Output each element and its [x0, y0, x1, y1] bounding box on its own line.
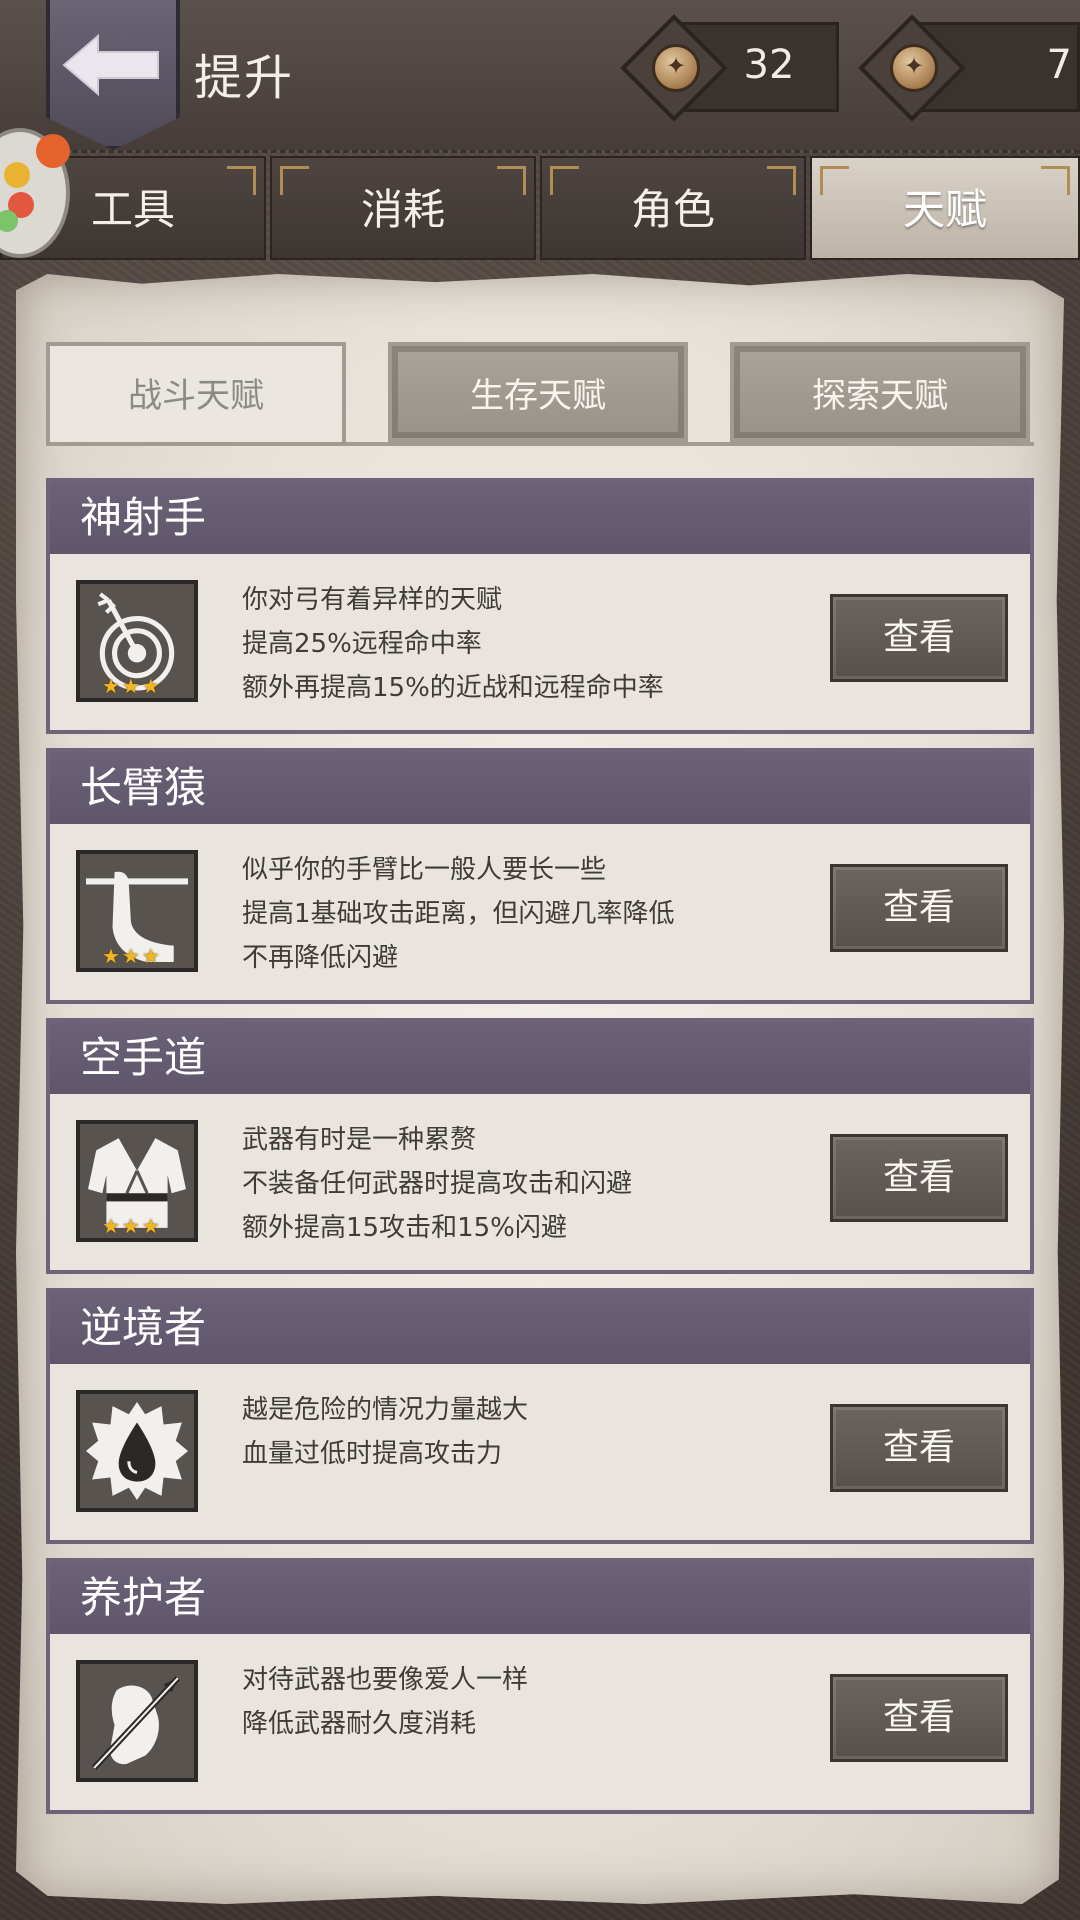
page-title: 提升 [194, 50, 295, 106]
talent-description: 武器有时是一种累赘 不装备任何武器时提高攻击和闪避 额外提高15攻击和15%闪避 [242, 1118, 802, 1250]
talent-description: 对待武器也要像爱人一样 降低武器耐久度消耗 [242, 1658, 802, 1746]
subtab-label: 生存天赋 [470, 376, 606, 416]
view-button[interactable]: 查看 [830, 1674, 1008, 1762]
back-arrow-icon[interactable] [62, 34, 162, 96]
subtab-label: 战斗天赋 [128, 376, 264, 416]
description-line: 额外再提高15%的近战和远程命中率 [242, 673, 664, 703]
tab-label: 工具 [90, 185, 175, 234]
star-rating: ★★★ [102, 674, 162, 698]
talent-card: 养护者 对待武器也要像爱人一样 降低武器耐久度消耗 查看 [46, 1558, 1034, 1814]
description-line: 越是危险的情况力量越大 [242, 1395, 529, 1425]
corner-ornament-icon [497, 166, 526, 195]
corner-ornament-icon [227, 166, 256, 195]
talent-card: 神射手 ★★★ 你对弓有着异样的天赋 提高25%远程命中率 额外再提高15%的近… [46, 478, 1034, 734]
subtab-divider [46, 442, 1034, 446]
currency-counter-1: 32 [620, 14, 839, 122]
corner-ornament-icon [767, 166, 796, 195]
talent-name: 养护者 [50, 1562, 1030, 1634]
tab-label: 角色 [630, 185, 715, 234]
talent-card: 空手道 ★★★ 武器有时是一种累赘 不装备任何武器时提高攻击和闪避 额外提高15… [46, 1018, 1034, 1274]
talent-icon-frame: ★★★ [76, 580, 198, 702]
talent-name: 空手道 [50, 1022, 1030, 1094]
corner-ornament-icon [550, 166, 579, 195]
category-tabs: 工具 消耗 角色 天赋 [0, 156, 1080, 260]
talent-icon-frame: ★★★ [76, 1120, 198, 1242]
subtab-combat[interactable]: 战斗天赋 [46, 342, 346, 446]
talent-card: 逆境者 越是危险的情况力量越大 血量过低时提高攻击力 查看 [46, 1288, 1034, 1544]
talent-card: 长臂猿 ★★★ 似乎你的手臂比一般人要长一些 提高1基础攻击距离，但闪避几率降低… [46, 748, 1034, 1004]
coin-icon [890, 44, 938, 92]
tab-consumables[interactable]: 消耗 [270, 156, 536, 260]
subtab-survival[interactable]: 生存天赋 [388, 342, 688, 442]
currency-value: 32 [743, 42, 795, 88]
star-rating: ★★★ [102, 944, 162, 968]
description-line: 降低武器耐久度消耗 [242, 1709, 477, 1739]
description-line: 不装备任何武器时提高攻击和闪避 [242, 1169, 633, 1199]
description-line: 不再降低闪避 [242, 943, 399, 973]
subtab-label: 探索天赋 [812, 376, 948, 416]
view-button[interactable]: 查看 [830, 864, 1008, 952]
coin-icon [652, 44, 700, 92]
blood-drop-icon [86, 1402, 188, 1500]
description-line: 似乎你的手臂比一般人要长一些 [242, 855, 607, 885]
talent-name: 神射手 [50, 482, 1030, 554]
talent-name: 逆境者 [50, 1292, 1030, 1364]
description-line: 血量过低时提高攻击力 [242, 1439, 503, 1469]
tab-label: 天赋 [902, 185, 987, 234]
description-line: 额外提高15攻击和15%闪避 [242, 1213, 567, 1243]
description-line: 武器有时是一种累赘 [242, 1125, 477, 1155]
talent-icon-frame: ★★★ [76, 850, 198, 972]
corner-ornament-icon [1041, 166, 1070, 195]
tab-talents[interactable]: 天赋 [810, 156, 1080, 260]
talent-name: 长臂猿 [50, 752, 1030, 824]
corner-ornament-icon [280, 166, 309, 195]
corner-ornament-icon [820, 166, 849, 195]
subtab-exploration[interactable]: 探索天赋 [730, 342, 1030, 442]
talent-icon-frame [76, 1660, 198, 1782]
star-rating: ★★★ [102, 1214, 162, 1238]
view-button[interactable]: 查看 [830, 594, 1008, 682]
description-line: 提高25%远程命中率 [242, 629, 482, 659]
talent-icon-frame [76, 1390, 198, 1512]
talent-description: 越是危险的情况力量越大 血量过低时提高攻击力 [242, 1388, 802, 1476]
currency-value: 7 [1046, 42, 1072, 88]
tab-label: 消耗 [360, 185, 445, 234]
tab-character[interactable]: 角色 [540, 156, 806, 260]
description-line: 提高1基础攻击距离，但闪避几率降低 [242, 899, 675, 929]
description-line: 你对弓有着异样的天赋 [242, 585, 503, 615]
currency-counter-2: 7 [858, 14, 1080, 122]
spear-repair-icon [91, 1676, 181, 1771]
top-bar: 提升 32 7 [0, 0, 1080, 153]
description-line: 对待武器也要像爱人一样 [242, 1665, 529, 1695]
view-button[interactable]: 查看 [830, 1404, 1008, 1492]
talent-description: 你对弓有着异样的天赋 提高25%远程命中率 额外再提高15%的近战和远程命中率 [242, 578, 802, 710]
view-button[interactable]: 查看 [830, 1134, 1008, 1222]
talent-description: 似乎你的手臂比一般人要长一些 提高1基础攻击距离，但闪避几率降低 不再降低闪避 [242, 848, 802, 980]
